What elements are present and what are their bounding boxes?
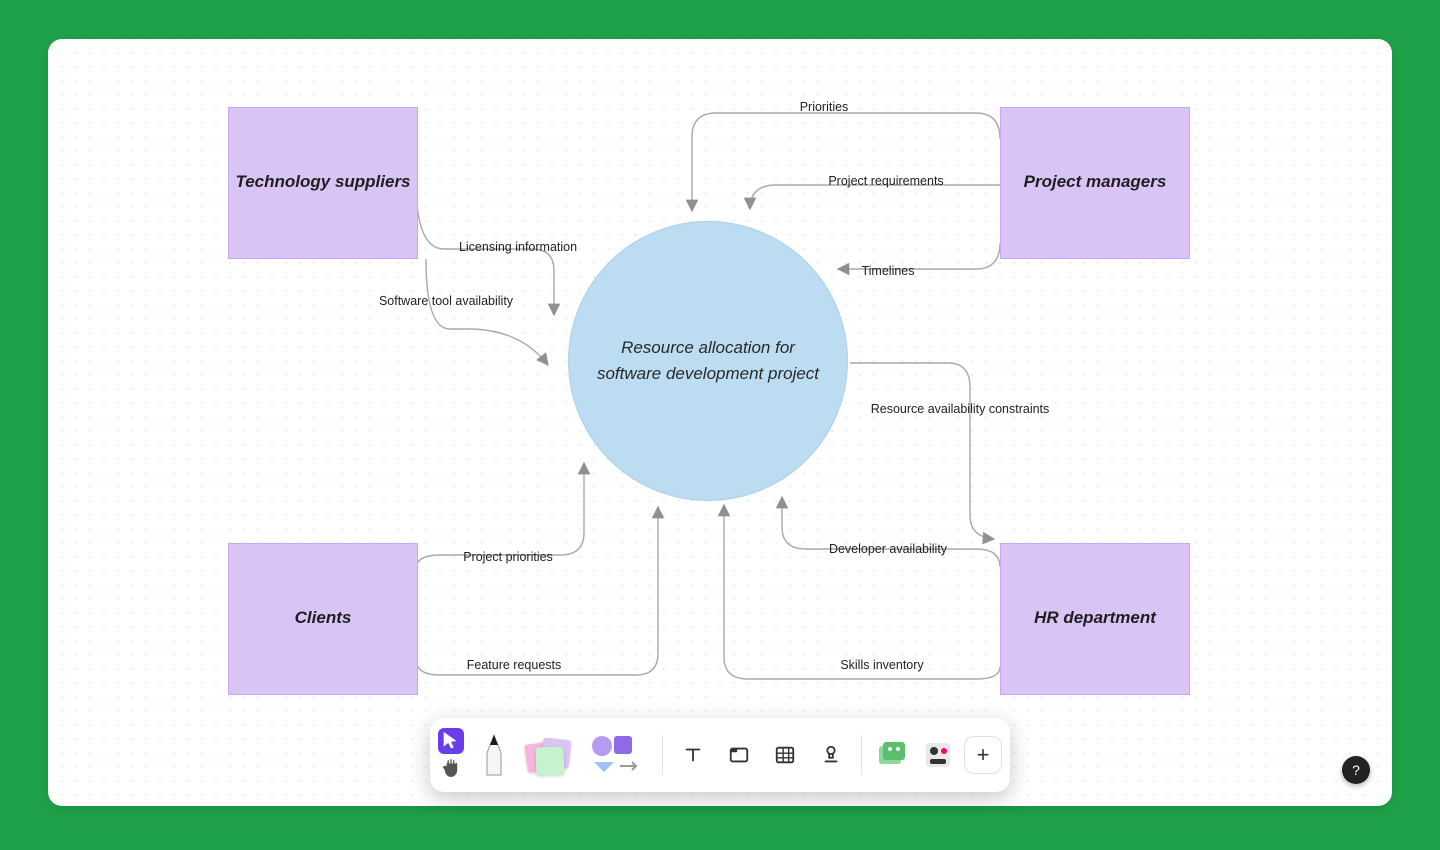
text-tool[interactable]: [673, 731, 713, 779]
sticky-stack-icon: [522, 733, 578, 777]
edge-project-requirements: [750, 185, 1000, 209]
add-tool-button[interactable]: +: [964, 736, 1002, 774]
pan-tool[interactable]: [438, 756, 464, 782]
stamp-tool[interactable]: [811, 731, 851, 779]
sticky-note-tool[interactable]: [520, 731, 580, 779]
node-label: Clients: [295, 607, 352, 630]
table-icon: [774, 744, 796, 766]
widgets-button[interactable]: [872, 731, 912, 779]
widget-icon-b: [923, 740, 953, 770]
edge-resource-constraints: [850, 363, 994, 539]
label-developer-availability: Developer availability: [829, 542, 947, 556]
label-software-availability: Software tool availability: [379, 294, 513, 308]
node-center-resource-allocation[interactable]: Resource allocation for software develop…: [568, 221, 848, 501]
label-project-requirements: Project requirements: [828, 174, 943, 188]
edge-priorities: [692, 113, 1000, 211]
node-label: HR department: [1034, 607, 1156, 630]
shapes-icon: [588, 732, 650, 778]
table-tool[interactable]: [765, 731, 805, 779]
edge-feature-requests: [416, 507, 658, 675]
label-licensing: Licensing information: [459, 240, 577, 254]
widget-icon-a: [877, 740, 907, 770]
text-icon: [682, 744, 704, 766]
node-label: Technology suppliers: [235, 171, 410, 194]
node-label: Project managers: [1024, 171, 1167, 194]
shapes-tool[interactable]: [586, 731, 652, 779]
help-label: ?: [1352, 762, 1360, 778]
more-widgets-button[interactable]: [918, 731, 958, 779]
node-clients[interactable]: Clients: [228, 543, 418, 695]
node-hr-department[interactable]: HR department: [1000, 543, 1190, 695]
edge-software-availability: [426, 259, 548, 365]
label-skills-inventory: Skills inventory: [840, 658, 923, 672]
cursor-icon: [440, 730, 462, 752]
stamp-icon: [820, 744, 842, 766]
section-tool[interactable]: [719, 731, 759, 779]
pen-tool[interactable]: [474, 731, 514, 779]
section-icon: [728, 744, 750, 766]
bottom-toolbar: +: [430, 718, 1010, 792]
label-resource-constraints: Resource availability constraints: [871, 402, 1050, 416]
help-button[interactable]: ?: [1342, 756, 1370, 784]
edge-skills-inventory: [724, 505, 1000, 679]
plus-icon: +: [977, 744, 990, 766]
label-priorities: Priorities: [800, 100, 849, 114]
edge-developer-availability: [782, 497, 1000, 567]
pen-icon: [481, 733, 507, 777]
label-project-priorities: Project priorities: [463, 550, 553, 564]
node-technology-suppliers[interactable]: Technology suppliers: [228, 107, 418, 259]
node-label: Resource allocation for software develop…: [593, 335, 823, 386]
node-project-managers[interactable]: Project managers: [1000, 107, 1190, 259]
whiteboard-canvas[interactable]: Priorities Project requirements Timeline…: [48, 39, 1392, 806]
hand-icon: [440, 758, 462, 780]
select-tool[interactable]: [438, 728, 464, 754]
label-feature-requests: Feature requests: [467, 658, 562, 672]
label-timelines: Timelines: [861, 264, 914, 278]
